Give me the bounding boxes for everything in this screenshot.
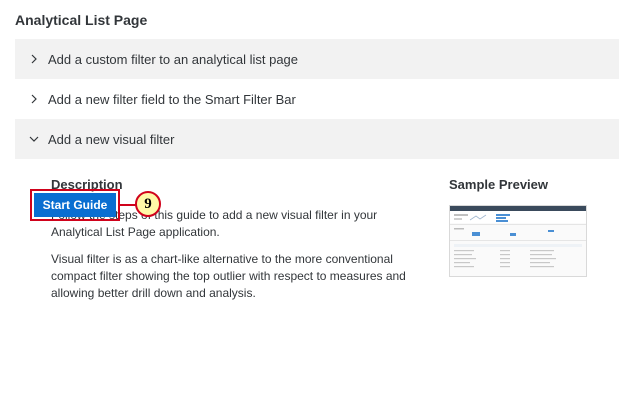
accordion-item-filter-field[interactable]: Add a new filter field to the Smart Filt… (15, 79, 619, 119)
accordion-item-label: Add a new visual filter (48, 131, 175, 147)
chevron-right-icon (29, 54, 39, 64)
accordion-item-label: Add a new filter field to the Smart Filt… (48, 91, 296, 107)
callout-connector (120, 204, 136, 206)
chevron-right-icon (29, 94, 39, 104)
sample-preview-heading: Sample Preview (449, 177, 548, 192)
accordion-item-custom-filter[interactable]: Add a custom filter to an analytical lis… (15, 39, 619, 79)
sample-preview-image[interactable] (449, 205, 587, 277)
chevron-down-icon (29, 134, 39, 144)
accordion-item-label: Add a custom filter to an analytical lis… (48, 51, 299, 67)
description-text: Follow the steps of this guide to add a … (51, 207, 416, 312)
section-title: Analytical List Page (15, 12, 148, 28)
accordion-item-visual-filter[interactable]: Add a new visual filter (15, 119, 619, 159)
start-guide-highlight: Start Guide (30, 189, 120, 221)
start-guide-button[interactable]: Start Guide (34, 193, 116, 217)
step-number-badge: 9 (135, 191, 161, 217)
description-paragraph: Visual filter is as a chart-like alterna… (51, 252, 406, 300)
